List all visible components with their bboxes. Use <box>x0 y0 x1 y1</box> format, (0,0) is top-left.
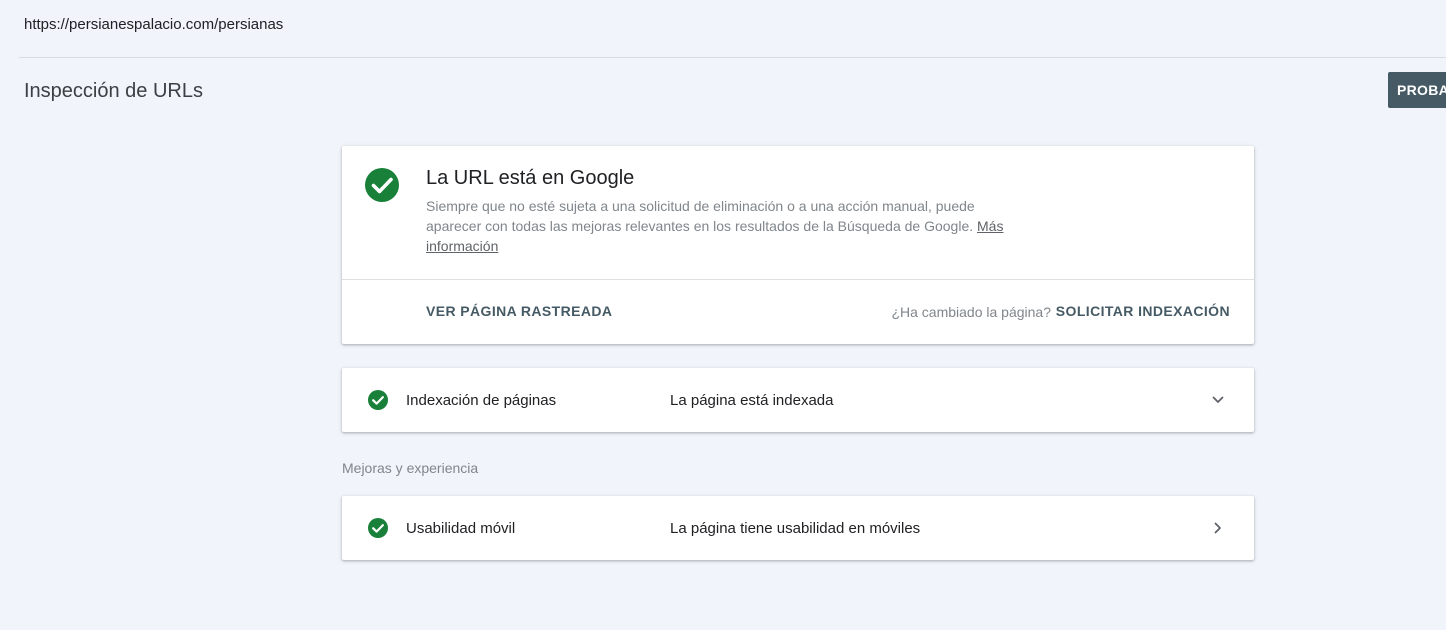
check-circle-icon <box>368 390 388 410</box>
check-circle-icon <box>365 168 399 202</box>
page-changed-question: ¿Ha cambiado la página? <box>891 304 1051 320</box>
status-description: Siempre que no esté sujeta a una solicit… <box>426 196 1016 256</box>
header-divider <box>19 57 1446 58</box>
page-indexing-value: La página está indexada <box>670 392 834 409</box>
request-indexing-button[interactable]: SOLICITAR INDEXACIÓN <box>1056 303 1230 319</box>
page-indexing-label: Indexación de páginas <box>406 392 557 409</box>
view-crawled-page-button[interactable]: VER PÁGINA RASTREADA <box>426 303 612 319</box>
card-divider <box>342 279 1254 280</box>
mobile-usability-label: Usabilidad móvil <box>406 520 516 537</box>
status-title: La URL está en Google <box>426 167 635 189</box>
test-live-url-button[interactable]: PROBAR URL PUBLICADA <box>1388 72 1446 108</box>
enhancements-section-label: Mejoras y experiencia <box>342 460 479 476</box>
chevron-right-icon[interactable] <box>1208 518 1228 538</box>
mobile-usability-row[interactable]: Usabilidad móvil La página tiene usabili… <box>342 496 1254 560</box>
url-bar: https://persianespalacio.com/persianas <box>0 0 1446 57</box>
check-circle-icon <box>368 518 388 538</box>
inspected-url[interactable]: https://persianespalacio.com/persianas <box>24 16 283 33</box>
chevron-down-icon[interactable] <box>1208 390 1228 410</box>
page-title: Inspección de URLs <box>24 80 203 102</box>
status-description-text: Siempre que no esté sujeta a una solicit… <box>426 198 975 234</box>
page-indexing-row[interactable]: Indexación de páginas La página está ind… <box>342 368 1254 432</box>
mobile-usability-value: La página tiene usabilidad en móviles <box>670 520 921 537</box>
url-status-card: La URL está en Google Siempre que no est… <box>342 146 1254 344</box>
